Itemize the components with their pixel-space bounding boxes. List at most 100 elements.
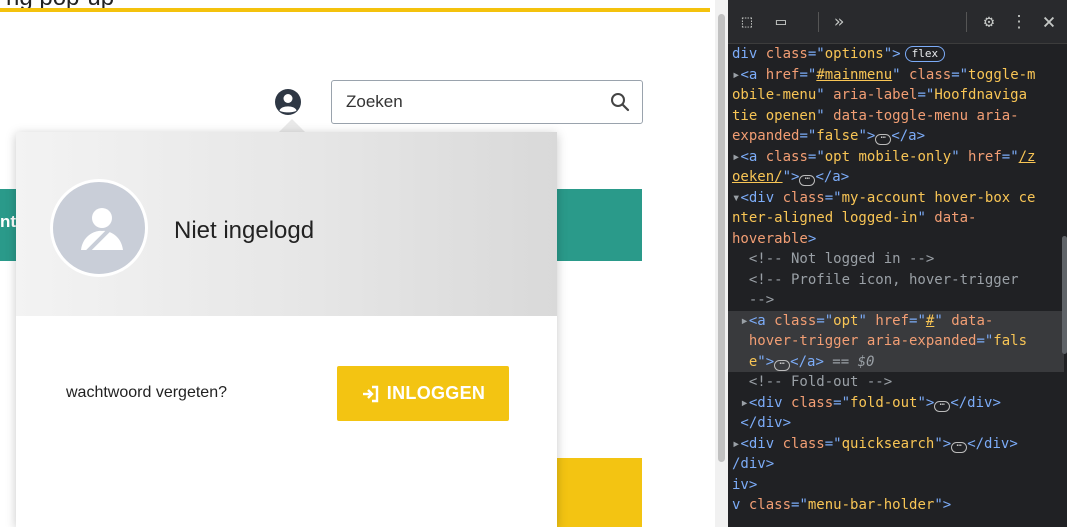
code-token: <a [740, 66, 766, 83]
collapsed-ellipsis-icon: ⋯ [934, 400, 951, 412]
code-token: <a [740, 148, 766, 165]
code-token: <!-- Profile icon, hover-trigger [732, 271, 1019, 288]
inspect-element-icon[interactable]: ⬚ [734, 12, 760, 32]
dom-tree-line[interactable]: expanded="false"> ⋯ </a> [732, 126, 1064, 147]
foldout-header: Niet ingelogd [16, 132, 557, 316]
dom-tree-line[interactable]: nter-aligned logged-in" data- [732, 208, 1064, 229]
page-scrollbar[interactable] [715, 0, 728, 527]
code-token: data-toggle-menu aria- [833, 107, 1019, 124]
dom-tree-line[interactable]: <!-- Fold-out --> [732, 372, 1064, 393]
header-accent-border [0, 8, 710, 12]
login-button-label: INLOGGEN [386, 383, 486, 403]
dom-tree-line[interactable]: ▾<div class="my-account hover-box ce [732, 188, 1064, 209]
kebab-menu-icon[interactable]: ⋮ [1008, 12, 1030, 32]
code-token: data- [951, 312, 994, 329]
code-token: hoverable [732, 230, 808, 247]
dom-tree-line[interactable]: ▸<a class="opt" href="#" data- [728, 310, 1064, 331]
page-scrollbar-thumb[interactable] [718, 14, 725, 462]
dom-tree-line[interactable]: v class="menu-bar-holder"> [732, 495, 1064, 516]
code-token: =" [824, 189, 842, 206]
code-token: " [816, 107, 834, 124]
login-button[interactable]: INLOGGEN [337, 366, 509, 421]
elements-tree: div class="options"> flex ▸<a href="#mainm… [728, 44, 1064, 516]
dom-tree-line[interactable]: iv> [732, 475, 1064, 496]
code-token: <div [748, 394, 792, 411]
more-panels-icon[interactable]: » [826, 12, 852, 32]
code-token: toggle-m [968, 66, 1036, 83]
code-token: "> [858, 128, 876, 144]
login-status: Niet ingelogd [174, 217, 315, 244]
code-token: e [732, 353, 758, 370]
code-token: <!-- Fold-out --> [732, 374, 893, 390]
code-token: "> [934, 497, 952, 513]
code-token: iv> [732, 476, 758, 493]
code-token: =" [799, 66, 817, 83]
device-toolbar-icon[interactable]: ▭ [768, 12, 794, 32]
code-token: ▸ [732, 312, 749, 329]
code-token: /div> [732, 456, 775, 472]
toolbar-divider [818, 12, 819, 32]
code-token: =" [824, 435, 842, 452]
dom-tree-line[interactable]: obile-menu" aria-label="Hoofdnaviga [732, 85, 1064, 106]
dom-tree-line[interactable]: tie openen" data-toggle-menu aria- [732, 106, 1064, 127]
code-token: "> [883, 46, 901, 62]
code-token: "> [934, 435, 952, 452]
dom-tree-line[interactable]: ▸<a class="opt mobile-only" href="/z [732, 147, 1064, 168]
foldout-arrow [278, 119, 306, 133]
code-token: class [765, 46, 808, 62]
code-token: " [917, 210, 935, 226]
code-token: =" [909, 312, 926, 329]
dom-tree-line[interactable]: </div> [732, 413, 1064, 434]
dom-tree-line[interactable]: <!-- Not logged in --> [732, 249, 1064, 270]
code-token: class [782, 435, 825, 452]
code-token: <a [748, 312, 775, 329]
avatar [50, 179, 148, 277]
dom-tree-line[interactable]: oeken/"> ⋯ </a> [732, 167, 1064, 188]
code-token: <div [740, 435, 783, 452]
settings-gear-icon[interactable]: ⚙ [976, 12, 1002, 32]
dom-tree-line[interactable]: e"> ⋯ </a> == $0 [728, 351, 1064, 372]
code-token: =" [799, 128, 817, 144]
code-token: hover-trigger aria-expanded [732, 333, 977, 349]
layout-badge[interactable]: flex [904, 46, 946, 62]
code-token: </a> [815, 169, 850, 185]
code-token: nter-aligned logged-in [732, 210, 918, 226]
user-silhouette-icon [81, 208, 123, 254]
code-token: </div> [950, 394, 1001, 411]
code-token: <div [740, 189, 783, 206]
dom-tree-line[interactable]: ▸<a href="#mainmenu" class="toggle-m [732, 65, 1064, 86]
code-token: =" [917, 87, 935, 103]
code-token: =" [976, 333, 994, 349]
search-input[interactable] [332, 81, 602, 123]
code-token: == $0 [823, 353, 875, 370]
code-token: options [824, 46, 884, 62]
code-token: =" [807, 148, 825, 165]
dom-tree-line[interactable]: hoverable> [732, 229, 1064, 250]
code-token: div [732, 46, 766, 62]
code-token: expanded [732, 128, 800, 144]
account-icon[interactable] [274, 88, 302, 116]
code-token: =" [816, 312, 834, 329]
code-token: href [968, 148, 1002, 165]
code-token: </a> [891, 128, 926, 144]
dom-tree-line[interactable]: <!-- Profile icon, hover-trigger [732, 270, 1064, 291]
dom-tree-line[interactable]: ▸<div class="fold-out"> ⋯ </div> [732, 393, 1064, 414]
code-token: > [807, 230, 817, 247]
dom-tree-line[interactable]: /div> [732, 454, 1064, 475]
devtools-scrollbar-thumb[interactable] [1062, 236, 1067, 354]
code-token: =" [1001, 148, 1019, 165]
code-token: " [892, 66, 910, 83]
code-token: class [909, 66, 952, 83]
login-icon [362, 385, 378, 402]
close-icon[interactable]: × [1036, 10, 1062, 35]
code-token: class [791, 394, 834, 411]
search-icon[interactable] [610, 92, 630, 112]
dom-tree-line[interactable]: div class="options"> flex [732, 44, 1064, 65]
forgot-password-link[interactable]: wachtwoord vergeten? [66, 384, 227, 402]
toolbar-divider [966, 12, 967, 32]
quicksearch [331, 80, 643, 124]
dom-tree-line[interactable]: --> [732, 290, 1064, 311]
code-token: fals [993, 333, 1028, 349]
dom-tree-line[interactable]: ▸<div class="quicksearch"> ⋯ </div> [732, 434, 1064, 455]
dom-tree-line[interactable]: hover-trigger aria-expanded="fals [728, 331, 1064, 352]
